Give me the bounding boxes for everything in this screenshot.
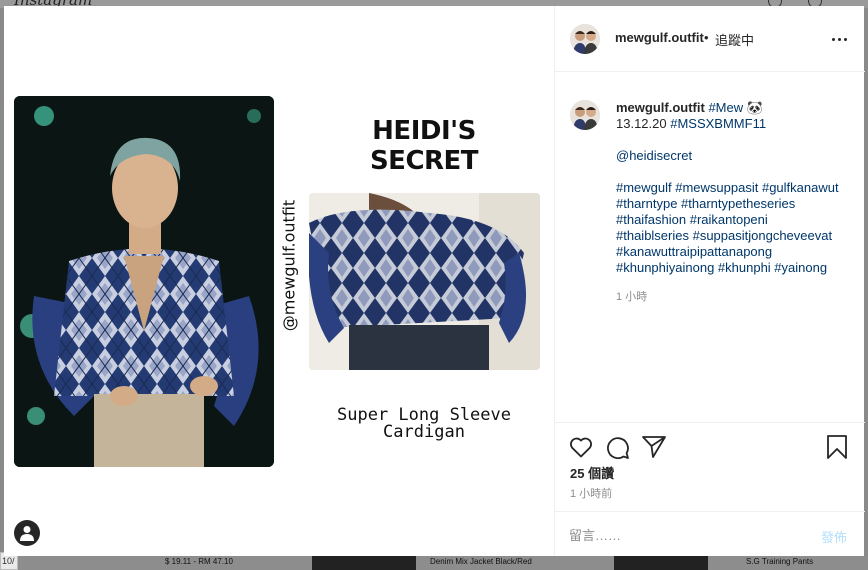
- product-caption: Super Long Sleeve Cardigan: [322, 407, 526, 441]
- caption-date: 13.12.20: [616, 116, 667, 131]
- background-product-name: S.G Training Pants: [746, 557, 814, 566]
- hashtag-line[interactable]: #mewgulf #mewsuppasit #gulfkanawut: [616, 180, 839, 196]
- post-modal: HEIDI'S SECRET @mewgulf.outfit Super Lon…: [4, 6, 865, 556]
- hashtag-line[interactable]: #thaiblseries #suppasitjongcheveevat: [616, 228, 832, 244]
- mention-link[interactable]: @heidisecret: [616, 148, 692, 164]
- bookmark-icon[interactable]: [827, 435, 847, 459]
- cardigan-photo: [309, 193, 540, 370]
- background-page-footer: $ 19.11 - RM 47.10 Denim Mix Jacket Blac…: [0, 556, 868, 570]
- more-options-button[interactable]: [831, 30, 849, 44]
- separator-dot: •: [704, 30, 709, 45]
- author-username[interactable]: mewgulf.outfit: [615, 30, 704, 45]
- post-image[interactable]: HEIDI'S SECRET @mewgulf.outfit Super Lon…: [4, 6, 554, 556]
- caption-timestamp[interactable]: 1 小時: [616, 288, 647, 304]
- caption-area: mewgulf.outfit #Mew 🐼 13.12.20 #MSSXBMMF…: [555, 72, 865, 422]
- watermark-handle: @mewgulf.outfit: [279, 199, 299, 332]
- product-caption-line2: Cardigan: [383, 422, 465, 442]
- comment-input[interactable]: [569, 526, 809, 544]
- user-tags-icon: [20, 526, 34, 541]
- post-side-panel: mewgulf.outfit • 追蹤中 mewgulf.outfit #Mew…: [554, 6, 865, 556]
- avatar[interactable]: [570, 100, 600, 130]
- like-count[interactable]: 25 個讚: [570, 463, 614, 482]
- post-header: mewgulf.outfit • 追蹤中: [555, 6, 865, 72]
- heart-icon[interactable]: [569, 436, 593, 458]
- post-comment-button[interactable]: 發佈: [821, 527, 847, 546]
- post-actions: 25 個讚 1 小時前 發佈: [555, 422, 865, 556]
- caption-second-line: 13.12.20 #MSSXBMMF11: [616, 116, 766, 132]
- avatar[interactable]: [570, 24, 600, 54]
- concert-photo: [14, 96, 274, 467]
- hashtag-line[interactable]: #thaifashion #raikantopeni: [616, 212, 768, 228]
- post-timestamp[interactable]: 1 小時前: [570, 485, 612, 501]
- panda-emoji: 🐼: [746, 100, 763, 115]
- caption-author[interactable]: mewgulf.outfit: [616, 100, 705, 115]
- follow-status-button[interactable]: 追蹤中: [715, 30, 754, 49]
- comment-composer: 發佈: [555, 511, 865, 557]
- hashtag-line[interactable]: #kanawuttraipipattanapong: [616, 244, 772, 260]
- hashtag-link[interactable]: #MSSXBMMF11: [670, 116, 766, 131]
- hashtag-line[interactable]: #khunphiyainong #khunphi #yainong: [616, 260, 827, 276]
- background-product-name: Denim Mix Jacket Black/Red: [430, 557, 532, 566]
- share-icon[interactable]: [642, 436, 666, 458]
- caption-first-line: mewgulf.outfit #Mew 🐼: [616, 100, 763, 116]
- hashtag-link[interactable]: #Mew: [708, 100, 743, 115]
- user-tags-button[interactable]: [14, 520, 40, 546]
- comment-icon[interactable]: [606, 436, 630, 460]
- brand-title: HEIDI'S SECRET: [369, 116, 479, 176]
- background-thumbnail: [312, 556, 416, 570]
- hashtag-line[interactable]: #tharntype #tharntypetheseries: [616, 196, 795, 212]
- background-thumbnail: [614, 556, 708, 570]
- background-price: $ 19.11 - RM 47.10: [165, 557, 233, 566]
